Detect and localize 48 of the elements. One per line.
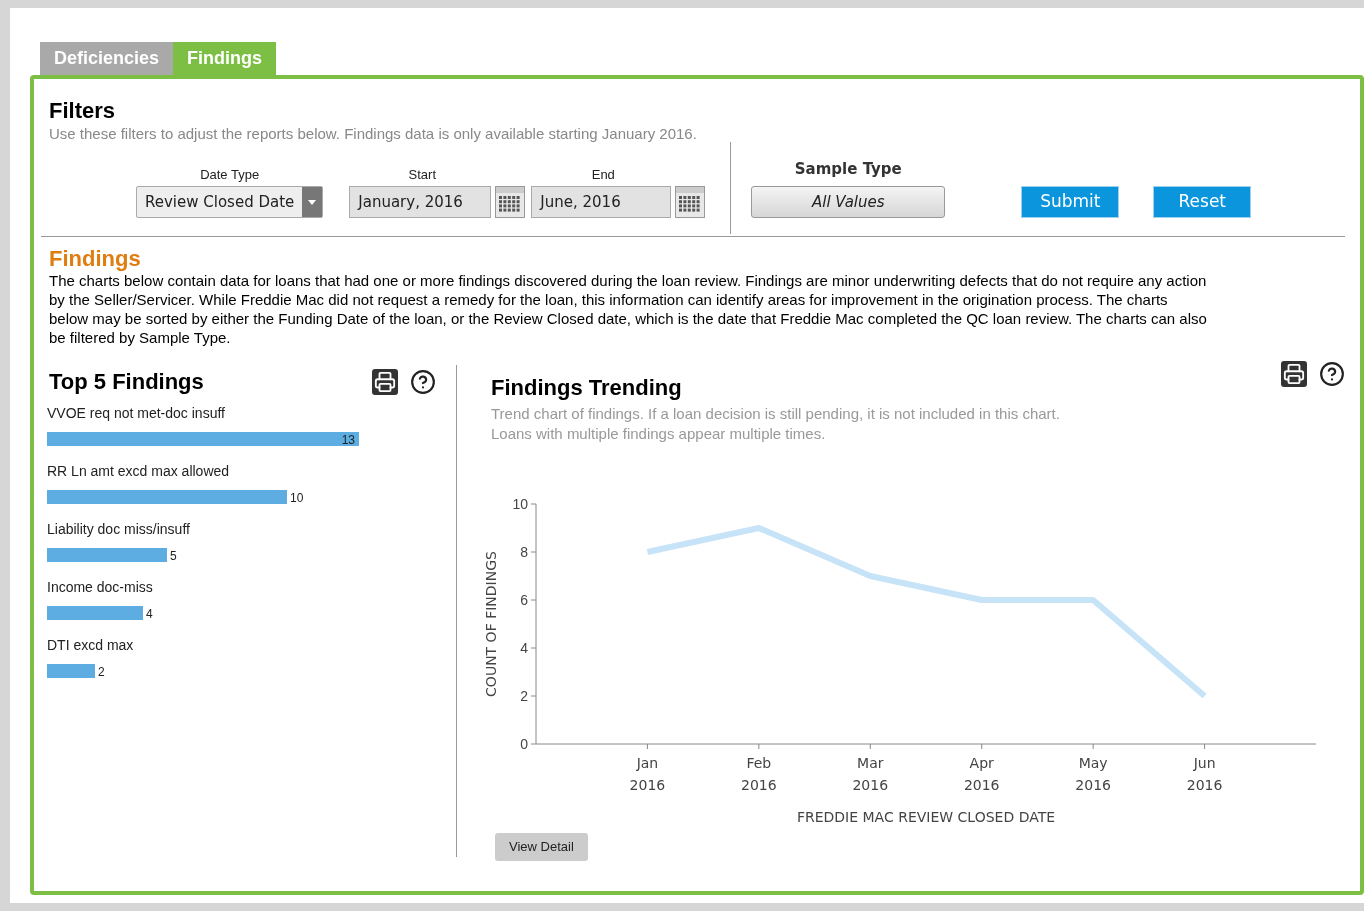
bar-value: 4 [146,607,153,621]
bar-value: 13 [341,433,355,447]
date-type-label: Date Type [200,165,260,184]
end-label: End [591,165,616,184]
x-tick-label: Jan 2016 [629,755,666,793]
y-axis-title: COUNT OF FINDINGS [483,551,499,697]
start-date-field[interactable]: January, 2016 [349,186,492,218]
bar-label: Income doc-miss [47,579,153,595]
bar-value: 5 [170,549,177,563]
x-tick-label: Feb 2016 [741,755,777,793]
findings-description: The charts below contain data for loans that had one or more findings discovered during the loan review. Findings are minor underwriting defects that do not require any action by the Seller/Servicer. While Freddie Mac did not request a remedy for the loan, this information can identify areas for improvement in the origination process. The charts below may be sorted by either the Funding Date of the loan, or the Review Closed date, which is the date that Freddie Mac completed the QC loan review. The charts can also be filtered by Sample Type. [49,271,1208,347]
bar-label: DTI excd max [47,637,134,653]
chart-title: Top 5 Findings [49,368,204,396]
caret-icon [302,187,323,217]
chart-title: Findings Trending [491,374,682,402]
end-date-field[interactable]: June, 2016 [531,186,672,218]
y-tick-label: 10 [512,496,528,512]
y-tick-label: 8 [520,544,528,560]
start-label: Start [408,165,438,184]
x-tick-label: Jun 2016 [1186,755,1223,793]
x-axis-title: FREDDIE MAC REVIEW CLOSED DATE [796,809,1056,825]
y-tick-label: 6 [520,592,528,608]
printer-icon[interactable] [372,368,398,395]
bar-value: 10 [290,491,304,505]
y-tick-label: 4 [520,640,528,656]
filters-title: Filters [49,99,117,123]
filters-description: Use these filters to adjust the reports below. Findings data is only available starting January 2016. [49,124,698,144]
calendar-icon[interactable] [495,186,526,218]
x-tick-label: Mar 2016 [852,755,889,793]
printer-icon[interactable] [1281,361,1307,387]
bar-label: RR Ln amt excd max allowed [47,463,230,479]
view-detail-button[interactable]: View Detail [495,833,588,861]
bar-label: Liability doc miss/insuff [47,521,190,537]
bar-label: VVOE req not met-doc insuff [47,405,225,421]
date-type-dropdown[interactable]: Review Closed Date [136,186,324,218]
x-tick-label: Apr 2016 [963,755,1000,793]
findings-title: Findings [49,247,142,271]
calendar-icon[interactable] [675,186,706,218]
bar-value: 2 [98,665,105,679]
sample-type-label: Sample Type [794,158,902,180]
sample-type-dropdown[interactable]: All Values [751,186,946,218]
y-tick-label: 2 [520,688,528,704]
bar [47,664,95,678]
y-tick-label: 0 [520,736,528,752]
x-tick-label: May 2016 [1075,755,1111,793]
chart-description: Trend chart of findings. If a loan decision is still pending, it is not included in this chart. Loans with multiple findings appear multiple times. [491,404,1061,444]
help-icon[interactable] [1319,361,1345,387]
help-icon[interactable] [410,368,436,395]
